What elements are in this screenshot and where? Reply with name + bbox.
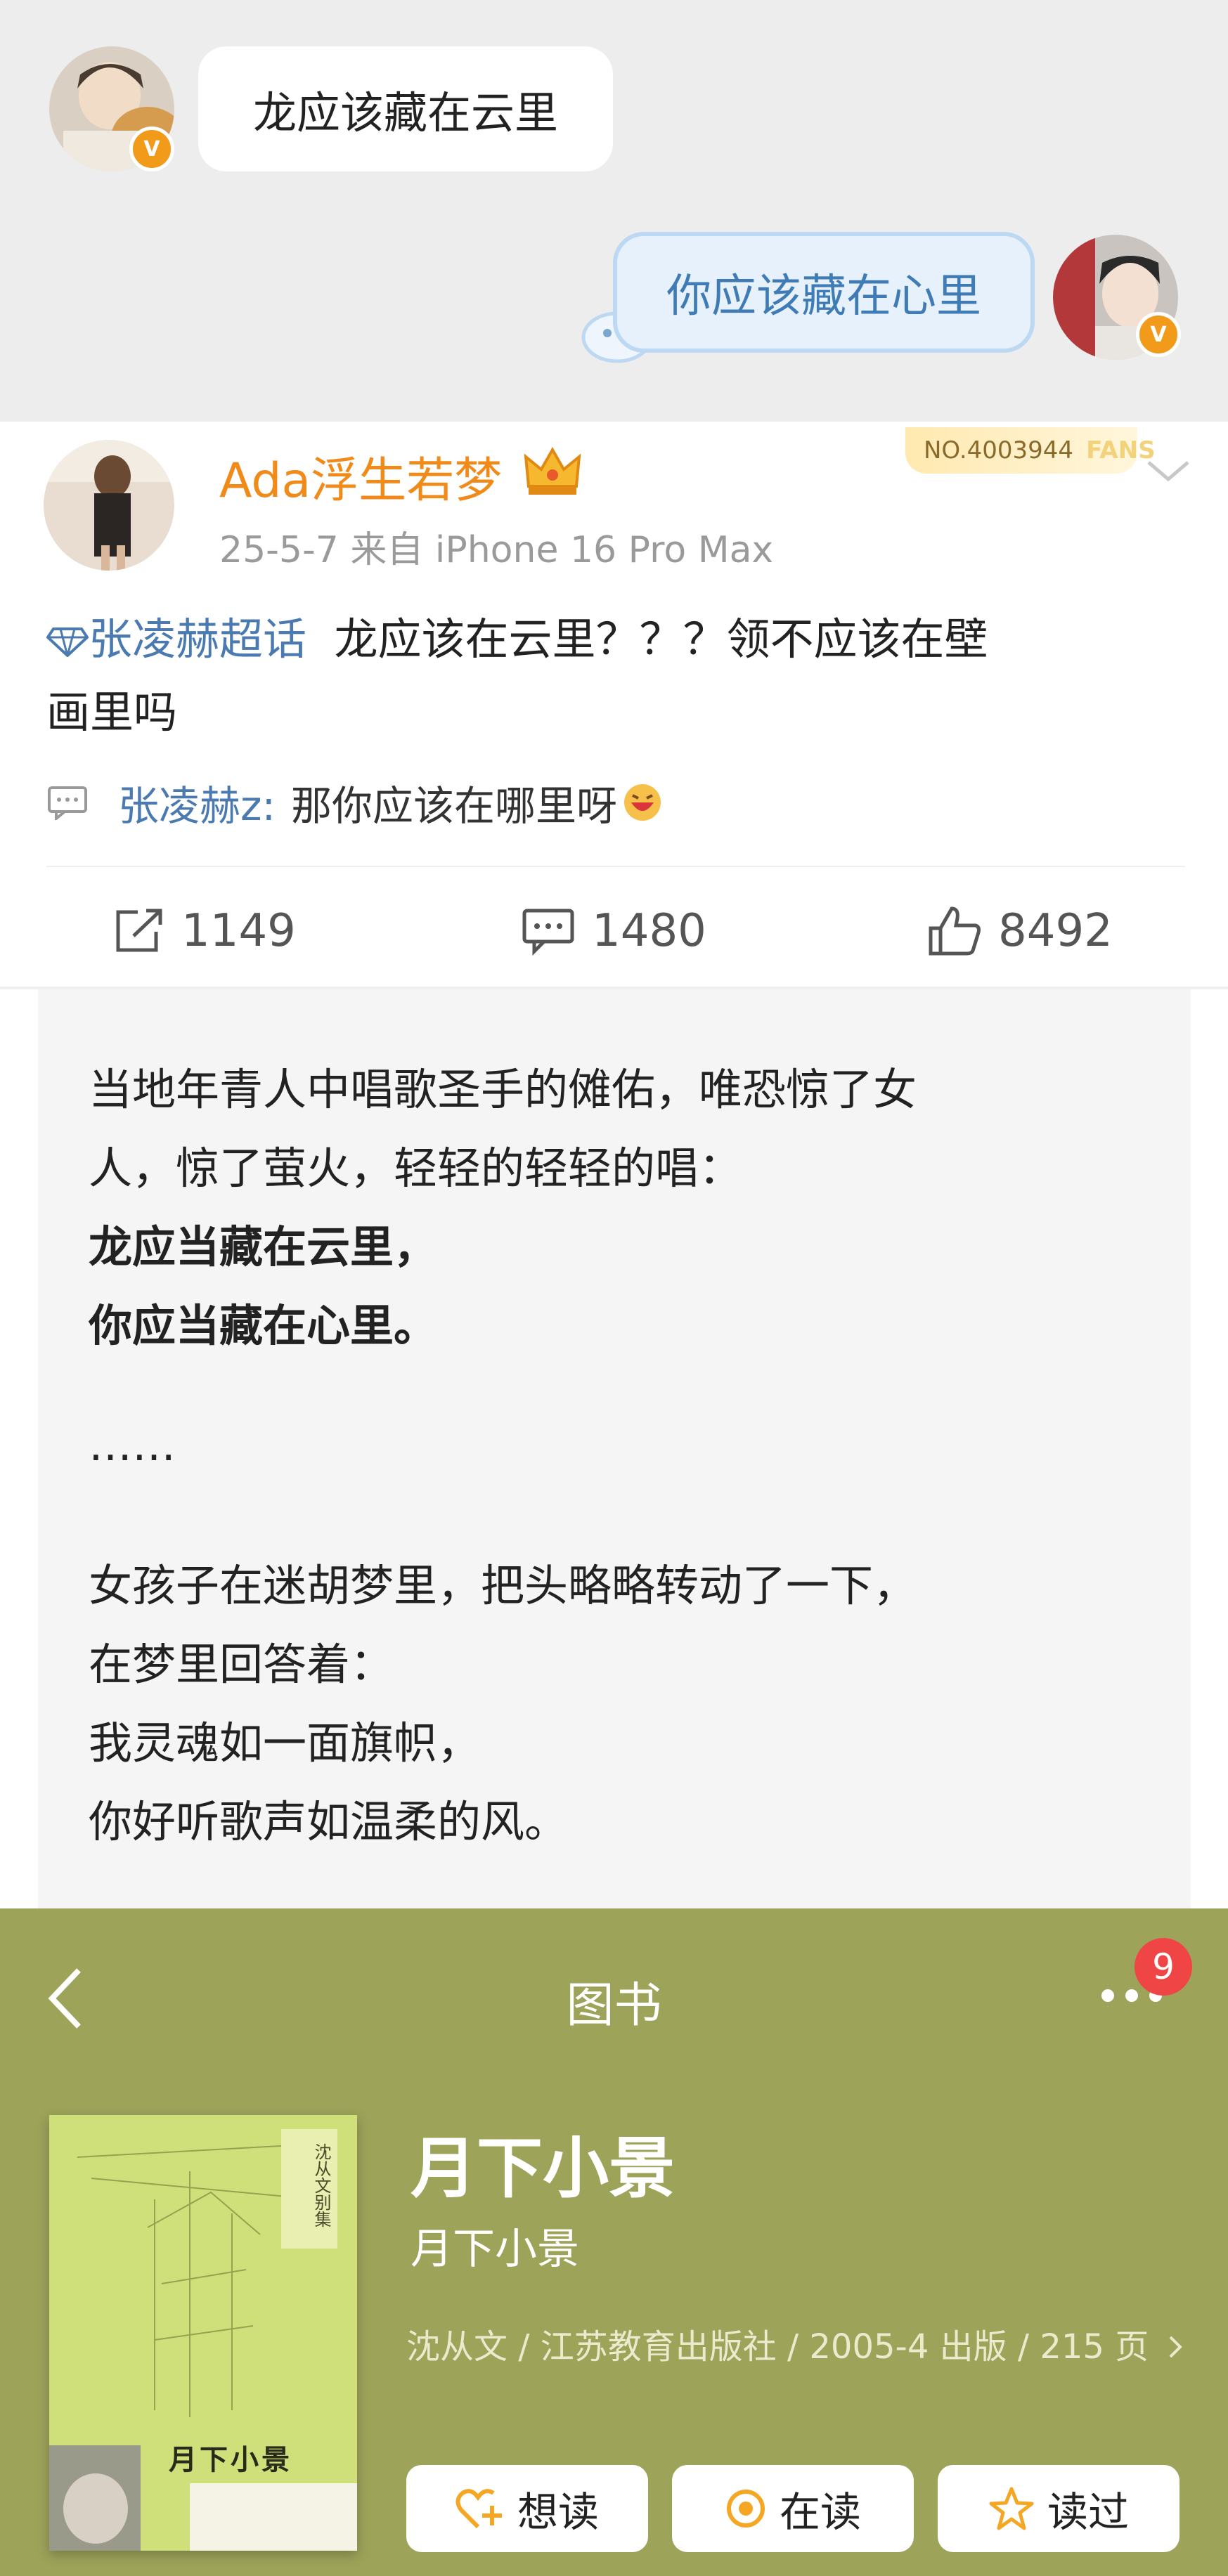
excerpt-line: 女孩子在迷胡梦里，把头略略转动了一下， bbox=[89, 1560, 917, 1611]
reading-target-icon bbox=[726, 2490, 765, 2528]
excerpt-line-bold: 龙应当藏在云里， bbox=[89, 1221, 438, 1273]
right-chat-bubble: 你应该藏在心里 bbox=[613, 232, 1035, 353]
post-username[interactable]: Ada浮生若梦 bbox=[219, 441, 502, 511]
comment-text: 那你应该在哪里呀 bbox=[291, 782, 618, 830]
chevron-right-icon bbox=[1170, 2336, 1183, 2358]
post-text-line1: 龙应该在云里？？？领不应该在壁 bbox=[334, 613, 988, 665]
hot-comment[interactable]: 张凌赫z: 那你应该在哪里呀 bbox=[46, 773, 664, 832]
comment-count: 1480 bbox=[592, 905, 706, 957]
book-excerpt: 当地年青人中唱歌圣手的傩佑，唯恐惊了女 人，惊了萤火，轻轻的轻轻的唱： 龙应当藏… bbox=[38, 989, 1191, 1910]
super-topic-link[interactable]: 张凌赫超话 bbox=[89, 613, 306, 665]
verified-badge-icon: V bbox=[1136, 312, 1181, 357]
like-button[interactable]: 8492 bbox=[926, 892, 1113, 970]
excerpt-line: 在梦里回答着： bbox=[89, 1639, 394, 1690]
thumbs-up-icon bbox=[929, 906, 981, 956]
comment-username[interactable]: 张凌赫z: bbox=[118, 773, 276, 832]
post-body: 张凌赫超话 龙应该在云里？？？领不应该在壁 画里吗 bbox=[46, 603, 1185, 749]
comment-button[interactable]: 1480 bbox=[520, 892, 706, 970]
post-author-avatar[interactable] bbox=[44, 440, 174, 571]
excerpt-ellipsis: …… bbox=[89, 1419, 176, 1471]
excerpt-line-bold: 你应当藏在心里。 bbox=[89, 1300, 438, 1351]
reading-button[interactable]: 在读 bbox=[672, 2465, 914, 2552]
want-to-read-button[interactable]: 想读 bbox=[406, 2465, 648, 2552]
have-read-button[interactable]: 读过 bbox=[938, 2465, 1179, 2552]
excerpt-line: 我灵魂如一面旗帜， bbox=[89, 1717, 481, 1769]
star-icon bbox=[989, 2487, 1034, 2530]
book-cover-image[interactable]: 沈从文别集 月下小景 bbox=[49, 2115, 357, 2551]
fans-number-badge: NO.4003944 FANS bbox=[905, 427, 1156, 474]
post-meta: 25-5-7 来自 iPhone 16 Pro Max bbox=[219, 529, 774, 571]
fans-number-text: NO.4003944 bbox=[924, 436, 1074, 464]
repost-button[interactable]: 1149 bbox=[112, 892, 296, 970]
book-meta-link[interactable]: 沈从文 / 江苏教育出版社 / 2005-4 出版 / 215 页 bbox=[406, 2319, 1186, 2368]
excerpt-line: 你好听歌声如温柔的风。 bbox=[89, 1796, 569, 1847]
want-to-read-label: 想读 bbox=[517, 2488, 599, 2536]
book-subtitle: 月下小景 bbox=[411, 2225, 579, 2274]
chevron-down-icon[interactable] bbox=[1144, 457, 1192, 485]
verified-badge-icon: V bbox=[129, 126, 174, 171]
comment-icon bbox=[522, 909, 574, 956]
excerpt-line: 当地年青人中唱歌圣手的傩佑，唯恐惊了女 bbox=[89, 1064, 917, 1115]
left-chat-bubble: 龙应该藏在云里 bbox=[198, 46, 613, 171]
crown-member-icon bbox=[524, 446, 581, 495]
share-icon bbox=[116, 909, 162, 952]
heart-plus-icon bbox=[455, 2489, 502, 2529]
excerpt-line: 人，惊了萤火，轻轻的轻轻的唱： bbox=[89, 1143, 743, 1194]
notification-badge: 9 bbox=[1135, 1938, 1192, 1996]
cover-series-text: 沈从文别集 bbox=[311, 2143, 331, 2227]
super-topic-diamond-icon bbox=[46, 627, 89, 660]
like-count: 8492 bbox=[998, 905, 1113, 957]
comment-icon bbox=[48, 786, 87, 820]
have-read-label: 读过 bbox=[1047, 2488, 1129, 2536]
reading-label: 在读 bbox=[779, 2488, 861, 2536]
book-meta-text: 沈从文 / 江苏教育出版社 / 2005-4 出版 / 215 页 bbox=[406, 2327, 1149, 2367]
post-text-line2: 画里吗 bbox=[46, 687, 178, 738]
book-header-title: 图书 bbox=[566, 1978, 662, 2034]
right-message-text: 你应该藏在心里 bbox=[666, 271, 981, 323]
repost-count: 1149 bbox=[181, 905, 296, 957]
cover-title-text: 月下小景 bbox=[169, 2444, 292, 2476]
left-message-text: 龙应该藏在云里 bbox=[252, 87, 558, 138]
laughing-emoji-icon bbox=[624, 784, 661, 821]
divider bbox=[46, 866, 1185, 867]
book-title: 月下小景 bbox=[411, 2131, 676, 2207]
